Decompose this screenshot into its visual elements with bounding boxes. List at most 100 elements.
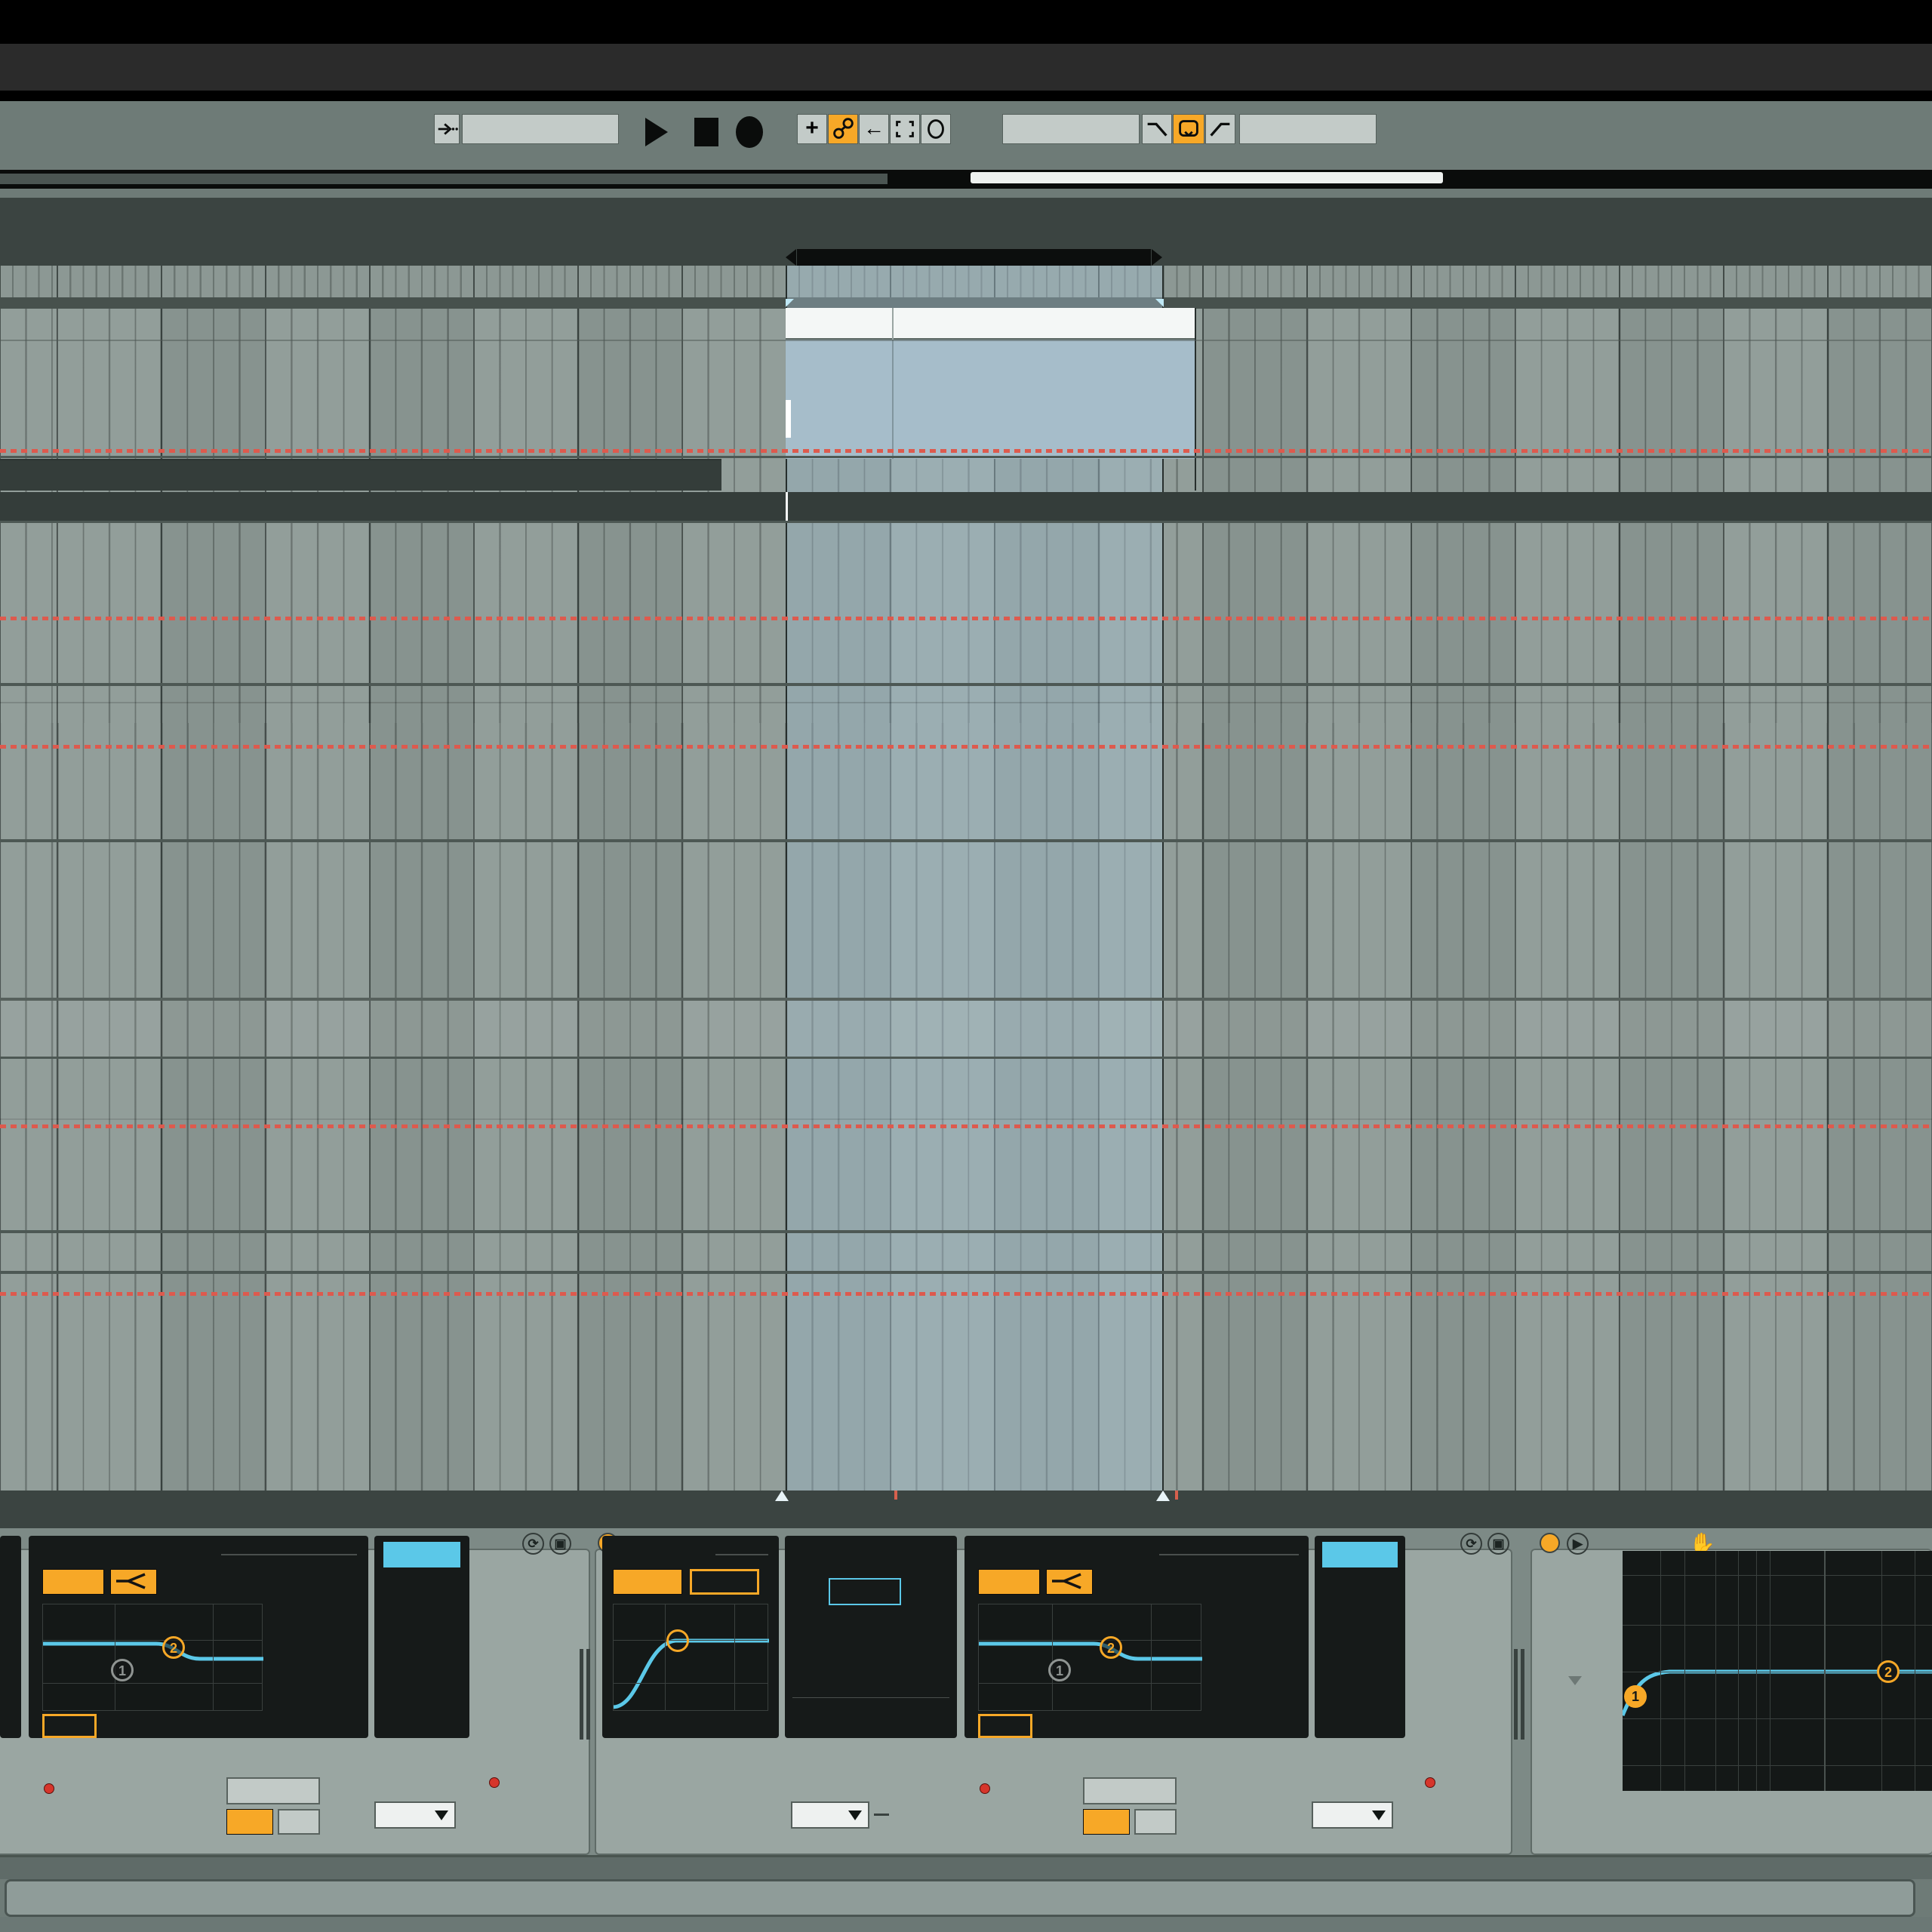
record-button[interactable] [736,116,763,148]
time-ruler[interactable] [0,1491,1932,1528]
draw-mode-button[interactable] [921,114,951,144]
automation-led [1425,1777,1435,1788]
filter-node-2[interactable]: 2 [1100,1636,1122,1659]
track-divider [0,1057,1932,1059]
new-button[interactable]: + [797,114,827,144]
high-shelf-on-button[interactable] [978,1569,1040,1595]
back-to-arrangement-button[interactable]: ← [859,114,889,144]
lane-divider [0,456,1932,458]
expand-device-icon[interactable]: ▶ [1567,1533,1589,1555]
overview-scroll-handle[interactable] [971,172,1443,183]
high-shelf-type-button[interactable] [1046,1569,1093,1595]
stop-button[interactable] [694,118,718,146]
save-preset-icon[interactable]: ▣ [549,1533,571,1555]
spin-button[interactable] [829,1578,901,1605]
chorus-section [374,1536,469,1738]
record-icon [736,116,763,148]
dropdown-arrow-icon [1372,1810,1386,1820]
beat-time-ruler[interactable] [0,198,1932,266]
loop-start-display[interactable] [1002,114,1140,144]
arrangement-lanes[interactable] [0,266,1932,1491]
punch-in-button[interactable] [1142,114,1172,144]
title-bar [0,44,1932,101]
diffusion-filter-graph[interactable]: 1 2 [42,1604,263,1711]
cut-button[interactable] [1134,1809,1177,1835]
punch-region-button[interactable] [890,114,920,144]
selection-edge-line [786,492,788,521]
hi-cut-button[interactable] [690,1569,759,1595]
eq-node-1[interactable]: 1 [1624,1685,1647,1708]
overview-handle-left[interactable] [0,174,888,184]
automation-line[interactable] [0,449,1932,453]
diffusion-network-section: 1 2 [964,1536,1309,1738]
low-shelf-button[interactable] [42,1714,97,1738]
audio-clip-title-bar[interactable] [786,308,1195,340]
arrangement-position-display[interactable] [462,114,619,144]
clip-fade-handle[interactable] [786,400,791,438]
play-button[interactable] [645,118,668,146]
automation-arm-button[interactable] [828,114,858,144]
back-arrow-icon: ← [863,116,884,140]
link-dash [874,1814,889,1816]
device-activator-led[interactable] [1540,1533,1560,1553]
automation-line[interactable] [0,1124,1932,1128]
lane-divider [0,521,1932,523]
density-dropdown[interactable] [1312,1801,1393,1829]
loop-brace-start-icon [786,249,796,266]
arrangement-overview[interactable] [0,170,1932,189]
collapsed-track[interactable] [0,492,1932,521]
high-shelf-on-button[interactable] [42,1569,104,1595]
ableton-live-window: + ← [0,0,1932,1932]
diffusion-network-section: 1 2 [29,1536,368,1738]
punch-out-button[interactable] [1205,114,1235,144]
cut-button[interactable] [278,1809,320,1835]
status-bar [5,1879,1915,1917]
follow-button[interactable] [434,114,460,144]
automation-line[interactable] [0,1292,1932,1296]
fade-in-icon [1206,115,1235,143]
plus-icon: + [805,115,819,140]
drop-zone[interactable] [0,998,1932,1057]
dropdown-arrow-icon [435,1810,448,1820]
loop-length-display[interactable] [1239,114,1377,144]
menu-bar [0,0,1932,44]
device-resize-grip[interactable] [580,1649,590,1740]
chorus-section [1315,1536,1405,1738]
clip-end-boundary [1195,308,1196,491]
loop-switch[interactable] [1173,114,1204,144]
audio-waveform [789,386,1179,442]
cutoff-section [0,1536,21,1738]
device-resize-grip[interactable] [1514,1649,1524,1740]
flat-button[interactable] [1083,1809,1130,1835]
smooth-dropdown[interactable] [791,1801,869,1829]
filter-node-2[interactable]: 2 [162,1636,185,1659]
high-shelf-type-button[interactable] [110,1569,157,1595]
spacer [0,189,1932,198]
freeze-button[interactable] [226,1777,320,1804]
chorus-on-button[interactable] [1322,1542,1398,1567]
filter-node-1[interactable]: 1 [111,1659,134,1681]
input-filter-graph[interactable] [613,1604,768,1711]
input-filter-section [602,1536,779,1738]
low-shelf-button[interactable] [978,1714,1032,1738]
density-dropdown[interactable] [374,1801,456,1829]
filter-node-1[interactable]: 1 [1048,1659,1071,1681]
collapsed-clip[interactable] [0,459,721,491]
eq-node-2[interactable]: 2 [1877,1660,1900,1683]
flat-button[interactable] [226,1809,273,1835]
automation-line[interactable] [0,745,1932,749]
hot-swap-icon[interactable]: ⟳ [522,1533,544,1555]
eq-spectrum-graph[interactable]: 1 2 [1623,1551,1932,1791]
automation-line[interactable] [0,617,1932,620]
chorus-on-button[interactable] [383,1542,460,1567]
track-divider [0,683,1932,686]
diffusion-filter-graph[interactable]: 1 2 [978,1604,1201,1711]
track-divider [0,839,1932,842]
dropdown-arrow-icon [848,1810,862,1820]
loop-brace[interactable] [786,249,1162,266]
lo-cut-button[interactable] [613,1569,682,1595]
save-preset-icon[interactable]: ▣ [1487,1533,1509,1555]
filter-node[interactable] [666,1629,689,1652]
freeze-button[interactable] [1083,1777,1177,1804]
hot-swap-icon[interactable]: ⟳ [1460,1533,1482,1555]
